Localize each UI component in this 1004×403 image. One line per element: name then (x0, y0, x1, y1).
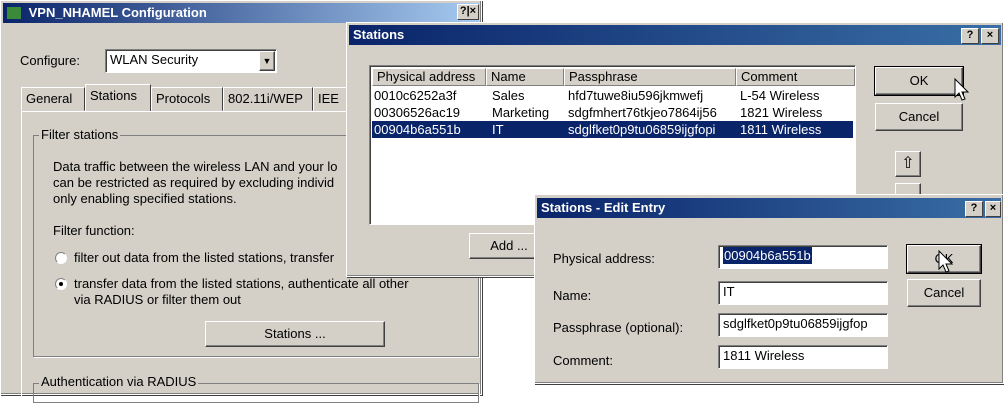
config-title: VPN_NHAMEL Configuration (28, 5, 207, 20)
row-name: Marketing (492, 105, 550, 120)
move-up-button[interactable]: ⇧ (895, 151, 921, 177)
row-comment: 1811 Wireless (740, 122, 822, 137)
tab-stations-label: Stations (90, 88, 137, 103)
comment-field[interactable]: 1811 Wireless (718, 345, 888, 369)
stations-cancel-button[interactable]: Cancel (875, 103, 963, 131)
tab-general[interactable]: General (21, 87, 85, 111)
col-header-comment[interactable]: Comment (736, 68, 855, 86)
close-icon: × (986, 29, 994, 41)
physical-address-value: 00904b6a551b (723, 247, 812, 264)
stations-help-button[interactable]: ? (961, 28, 979, 44)
app-icon (7, 7, 21, 19)
name-field[interactable]: IT (718, 281, 888, 305)
row-name: Sales (492, 88, 525, 103)
stations-button[interactable]: Stations ... (205, 321, 385, 347)
table-row-selected[interactable]: 00904b6a551b IT sdglfket0p9tu06859ijgfop… (372, 121, 853, 138)
filter-text-2: can be restricted as required by excludi… (53, 175, 335, 190)
passphrase-value: sdglfket0p9tu06859ijgfop (723, 316, 868, 331)
row-passphrase: sdgfmhert76tkjeo7864ij56 (568, 105, 717, 120)
stations-cancel-label: Cancel (898, 109, 940, 124)
table-row[interactable]: 00306526ac19 Marketing sdgfmhert76tkjeo7… (372, 104, 853, 121)
filter-function-label: Filter function: (53, 223, 135, 238)
radio-transfer-label-1[interactable]: transfer data from the listed stations, … (74, 276, 409, 291)
col-header-name[interactable]: Name (486, 68, 564, 86)
configure-select[interactable]: WLAN Security (105, 49, 277, 73)
close-icon: × (989, 202, 997, 214)
edit-title: Stations - Edit Entry (541, 200, 666, 215)
config-titlebar[interactable]: VPN_NHAMEL Configuration (3, 3, 479, 23)
comment-value: 1811 Wireless (723, 348, 805, 363)
passphrase-field[interactable]: sdglfket0p9tu06859ijgfop (718, 313, 888, 337)
row-name: IT (492, 122, 504, 137)
arrow-up-icon: ⇧ (901, 155, 915, 172)
tab-wep-label: 802.11i/WEP (228, 91, 303, 106)
col-header-comment-label: Comment (741, 69, 798, 84)
edit-cancel-label: Cancel (923, 285, 965, 300)
tab-stations[interactable]: Stations (85, 84, 151, 112)
col-header-physical-address[interactable]: Physical address (372, 68, 486, 86)
col-header-passphrase-label: Passphrase (569, 69, 638, 84)
filter-group-title: Filter stations (39, 127, 121, 142)
row-passphrase: sdglfket0p9tu06859ijgfopi (568, 122, 716, 137)
col-header-name-label: Name (491, 69, 526, 84)
row-passphrase: hfd7tuwe8iu596jkmwefj (568, 88, 704, 103)
edit-titlebar[interactable]: Stations - Edit Entry (537, 198, 1001, 218)
configure-label: Configure: (20, 53, 80, 68)
tab-wep[interactable]: 802.11i/WEP (223, 87, 313, 111)
edit-close-button[interactable]: × (985, 201, 1001, 217)
comment-label: Comment: (553, 353, 613, 368)
stations-close-button[interactable]: × (981, 28, 999, 44)
tab-iee-label: IEE (318, 91, 339, 106)
table-row[interactable]: 0010c6252a3f Sales hfd7tuwe8iu596jkmwefj… (372, 87, 853, 104)
stations-ok-label: OK (909, 73, 929, 88)
configure-dropdown-button[interactable]: ▼ (259, 51, 275, 71)
edit-help-button[interactable]: ? (965, 201, 983, 217)
radio-filter-out-label[interactable]: filter out data from the listed stations… (74, 250, 334, 265)
filter-text-1: Data traffic between the wireless LAN an… (53, 159, 338, 174)
row-address: 0010c6252a3f (374, 88, 457, 103)
configure-value: WLAN Security (110, 52, 199, 67)
row-address: 00904b6a551b (374, 122, 461, 137)
radio-transfer[interactable] (55, 278, 67, 290)
auth-group-title: Authentication via RADIUS (39, 374, 199, 389)
filter-text-3: only enabling specified stations. (53, 191, 237, 206)
radio-transfer-label-2[interactable]: via RADIUS or filter them out (74, 292, 241, 307)
chevron-down-icon: ▼ (262, 56, 272, 66)
edit-cancel-button[interactable]: Cancel (907, 279, 981, 307)
add-button-label: Add ... (490, 238, 528, 253)
stations-button-label: Stations ... (264, 326, 326, 341)
stations-ok-button[interactable]: OK (874, 66, 964, 96)
tab-general-label: General (26, 91, 73, 106)
tab-protocols[interactable]: Protocols (151, 87, 223, 111)
name-label: Name: (553, 288, 592, 303)
edit-entry-window: Stations - Edit Entry ? × Physical addre… (534, 194, 1004, 384)
config-help-button[interactable]: ?|× (457, 4, 479, 20)
physical-address-label: Physical address: (553, 251, 655, 266)
row-address: 00306526ac19 (374, 105, 461, 120)
name-value: IT (723, 284, 735, 299)
mouse-pointer-icon (938, 250, 954, 273)
mouse-pointer-icon (954, 78, 970, 101)
help-close-glyphs: ?|× (459, 5, 477, 17)
passphrase-label: Passphrase (optional): (553, 320, 684, 335)
row-comment: L-54 Wireless (740, 88, 820, 103)
stations-title: Stations (353, 27, 405, 42)
stations-titlebar[interactable]: Stations (349, 25, 1001, 45)
col-header-physical-address-label: Physical address (377, 69, 476, 84)
tab-protocols-label: Protocols (156, 91, 211, 106)
physical-address-field[interactable]: 00904b6a551b (718, 245, 888, 269)
row-comment: 1821 Wireless (740, 105, 823, 120)
col-header-passphrase[interactable]: Passphrase (564, 68, 736, 86)
radio-filter-out[interactable] (55, 252, 67, 264)
